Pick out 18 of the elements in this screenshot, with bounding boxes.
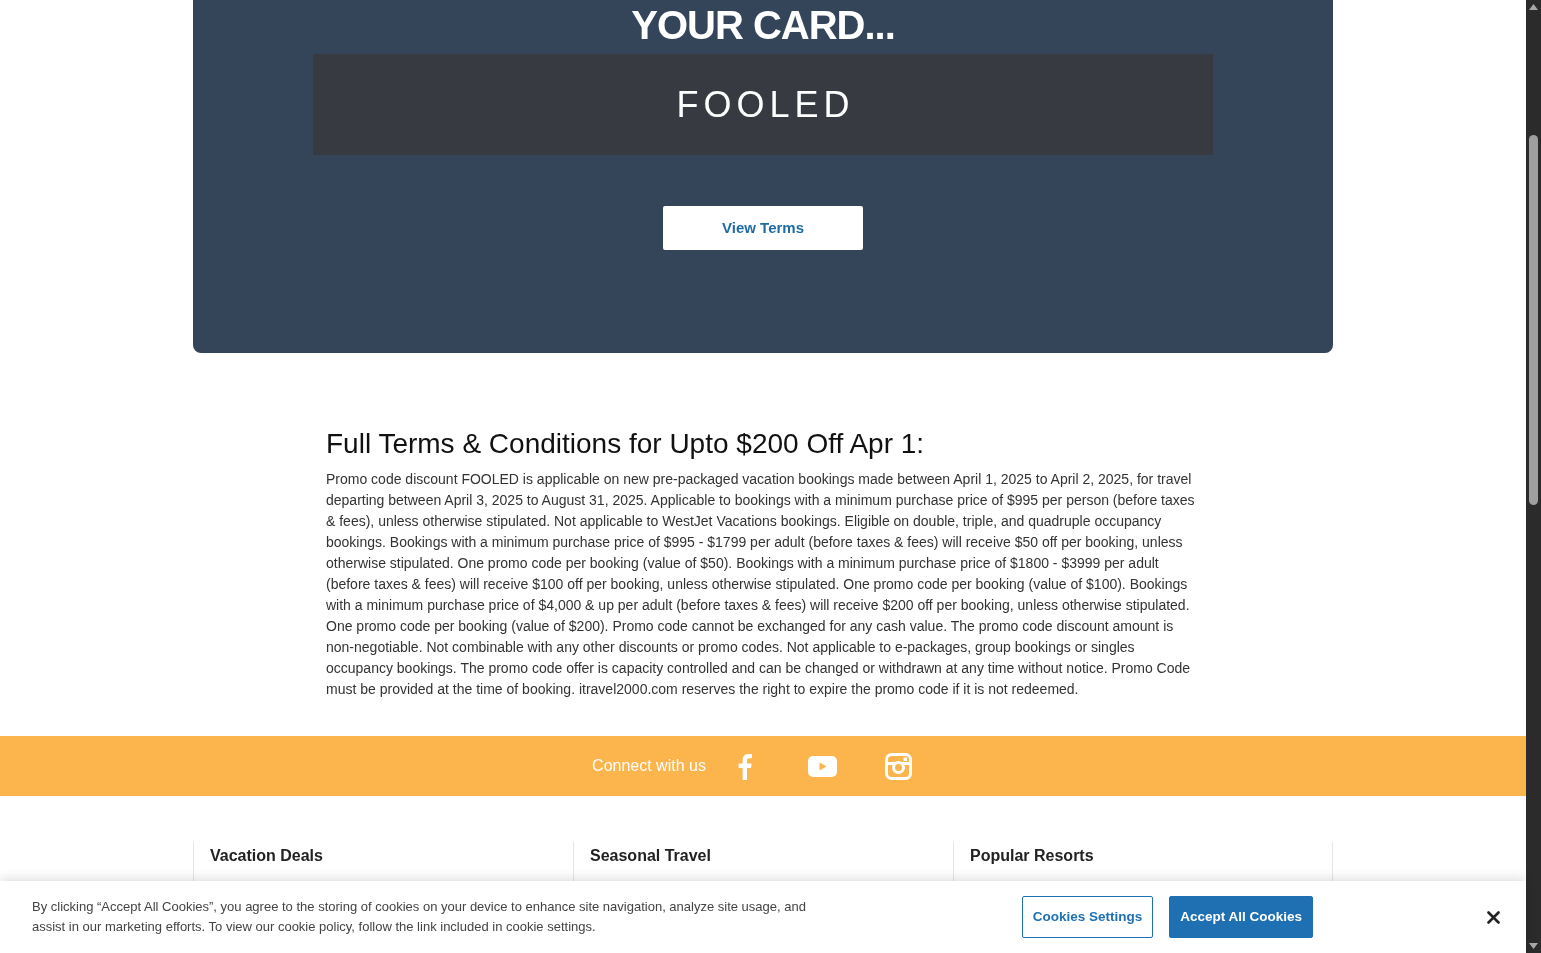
promo-code: FOOLED (675, 86, 855, 123)
scroll-down-arrow-icon[interactable] (1529, 943, 1538, 949)
scrollbar[interactable] (1526, 0, 1541, 953)
cookies-settings-button[interactable]: Cookies Settings (1021, 896, 1154, 938)
scroll-up-arrow-icon[interactable] (1529, 4, 1538, 10)
footer-column-heading: Vacation Deals (210, 846, 324, 866)
close-icon (1487, 910, 1500, 924)
footer-column-heading: Popular Resorts (970, 846, 1095, 866)
connect-label: Connect with us (592, 756, 706, 776)
card-heading: YOUR CARD... (630, 2, 896, 48)
view-terms-button[interactable]: View Terms (663, 206, 863, 250)
terms-heading: Full Terms & Conditions for Upto $200 Off Apr 1: (326, 427, 926, 461)
cookie-notice-text: By clicking “Accept All Cookies”, you agree to the storing of cookies on your device to enhance site navigation, analyze site usage, and assist in our marketing efforts. To view our cookie policy, follow the link included in cookie settings. (32, 898, 807, 936)
close-button[interactable] (1487, 910, 1500, 924)
footer-column-heading: Seasonal Travel (590, 846, 712, 866)
accept-cookies-button[interactable]: Accept All Cookies (1169, 896, 1313, 938)
scrollbar-thumb[interactable] (1529, 135, 1538, 505)
terms-paragraph: Promo code discount FOOLED is applicable on new pre-packaged vacation bookings made between April 1, 2025 to April 2, 2025, for travel departing between April 3, 2025 to August 31, 2025. Applicable to bookings with a minimum purchase price of $995 per person (before taxes & fees), unless otherwise stipulated. Not applicable to WestJet Vacations bookings. Eligible on double, triple, and quadruple occupancy bookings. Bookings with a minimum purchase price of $995 - $1799 per adult (before taxes & fees) will receive $50 off per booking, unless otherwise stipulated. One promo code per booking (value of $50). Bookings with a minimum purchase price of $1800 - $3999 per adult (before taxes & fees) will receive $100 off per booking, unless otherwise stipulated. One promo code per booking (value of $100). Bookings with a minimum purchase price of $4,000 & up per adult (before taxes & fees) will receive $200 off per booking, unless otherwise stipulated. One promo code per booking (value of $200). Promo code cannot be exchanged for any cash value. The promo code discount amount is non-negotiable. Not combinable with any other discounts or promo codes. Not applicable to e-packages, group bookings or singles occupancy bookings. The promo code offer is capacity controlled and can be changed or withdrawn at any time without notice. Promo Code must be provided at the time of booking. itravel2000.com reserves the right to expire the promo code if it is not redeemed. (326, 470, 1196, 699)
